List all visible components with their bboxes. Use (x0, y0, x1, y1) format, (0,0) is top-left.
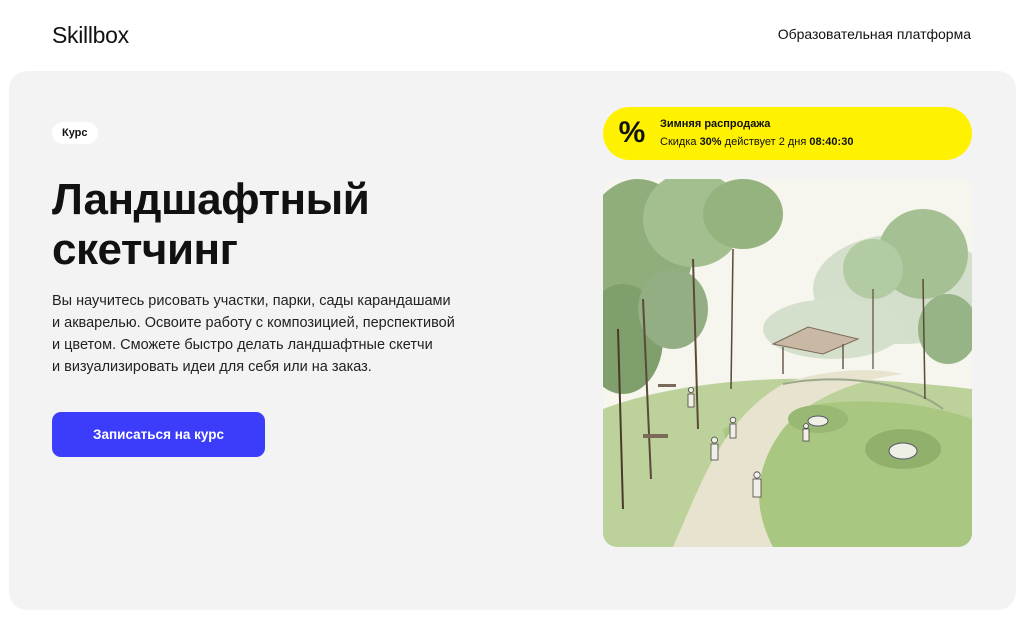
enroll-button[interactable]: Записаться на курс (52, 412, 265, 457)
sale-discount: 30% (699, 136, 722, 148)
description-line: Вы научитесь рисовать участки, парки, са… (52, 293, 451, 309)
sale-banner[interactable]: % Зимняя распродажа Скидка 30% действует… (603, 107, 972, 160)
sale-details: Скидка 30% действует 2 дня 08:40:30 (660, 136, 853, 148)
hero-card: Курс Ландшафтный скетчинг Вы научитесь р… (9, 71, 1016, 610)
sale-countdown: 08:40:30 (809, 136, 854, 148)
course-badge: Курс (52, 122, 98, 144)
description-line: и акварелью. Освоите работу с композицие… (52, 315, 455, 331)
page: Skillbox Образовательная платформа Курс … (0, 0, 1024, 622)
sale-prefix: Скидка (660, 136, 697, 148)
landscape-sketch-image (603, 179, 972, 547)
course-description: Вы научитесь рисовать участки, парки, са… (52, 290, 482, 378)
skillbox-logo[interactable]: Skillbox (52, 22, 129, 49)
title-line: Ландшафтный (52, 175, 370, 224)
sale-title: Зимняя распродажа (660, 118, 771, 130)
page-title: Ландшафтный скетчинг (52, 175, 472, 275)
sale-middle: действует (724, 136, 776, 148)
platform-link[interactable]: Образовательная платформа (778, 26, 971, 42)
description-line: и визуализировать идеи для себя или на з… (52, 359, 372, 375)
landscape-sketch-illustration (603, 179, 972, 547)
percent-icon: % (618, 116, 646, 149)
sale-duration: 2 дня (778, 136, 807, 148)
title-line: скетчинг (52, 225, 238, 274)
description-line: и цветом. Сможете быстро делать ландшафт… (52, 337, 433, 353)
